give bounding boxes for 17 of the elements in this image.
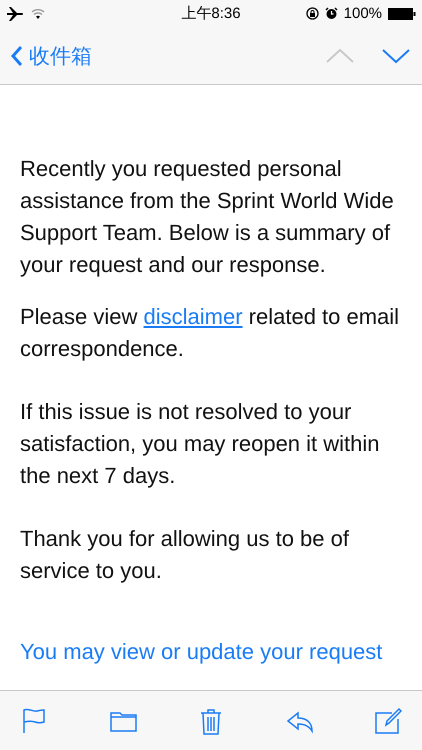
chevron-icon xyxy=(10,44,23,66)
airplane-icon xyxy=(6,6,23,20)
next-message-button[interactable] xyxy=(382,48,410,64)
message-paragraph: If this issue is not resolved to your satisfaction, you may reopen it within the next 7 days. xyxy=(20,398,381,490)
compose-icon[interactable] xyxy=(374,706,402,734)
rotation-lock-icon xyxy=(306,7,319,20)
disclaimer-link[interactable]: disclaimer xyxy=(144,304,243,329)
battery-icon xyxy=(388,8,416,20)
request-link[interactable]: You may view or update your request xyxy=(20,636,410,668)
back-button[interactable]: 收件箱 xyxy=(10,42,92,70)
message-paragraph: Thank you for allowing us to be of service to you. xyxy=(20,525,350,585)
message-paragraph: Recently you requested personal assistance from the Sprint World Wide Support Team. Below is a summary of your request and our response. xyxy=(20,155,395,279)
message-paragraph: Please view disclaimer related to email correspondence. xyxy=(20,303,400,363)
battery-percentage: 100% xyxy=(344,5,382,22)
status-time: 上午8:36 xyxy=(181,4,241,23)
alarm-icon xyxy=(324,7,338,20)
wifi-icon xyxy=(31,8,45,19)
